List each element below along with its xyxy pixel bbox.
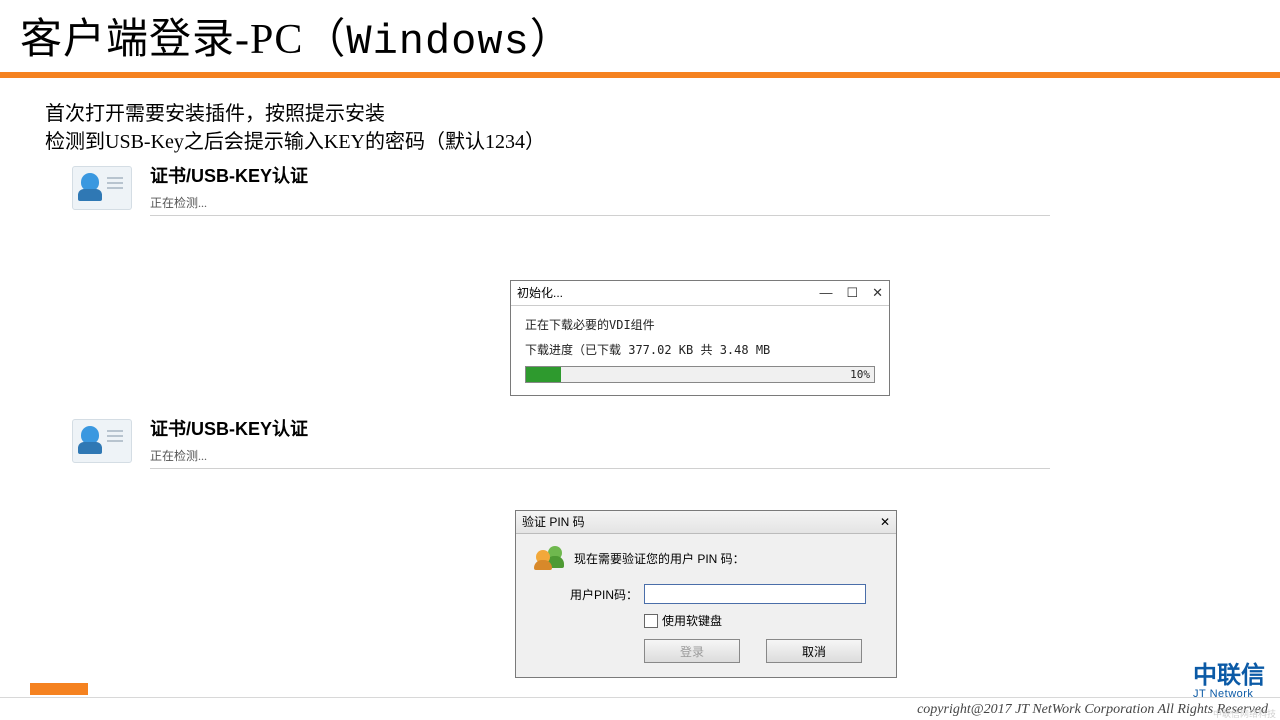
user-card-icon (72, 166, 132, 210)
body-line-1: 首次打开需要安装插件，按照提示安装 (45, 100, 545, 128)
cert-divider (150, 215, 1050, 216)
soft-keyboard-label: 使用软键盘 (662, 612, 722, 629)
company-logo: 中联信 JT Network (1193, 664, 1265, 700)
body-text: 首次打开需要安装插件，按照提示安装 检测到USB-Key之后会提示输入KEY的密… (45, 100, 545, 156)
pin-dialog-message: 现在需要验证您的用户 PIN 码： (574, 550, 745, 567)
minimize-button[interactable]: — (819, 281, 832, 305)
progress-percent: 10% (850, 367, 870, 382)
footer-divider (0, 697, 1280, 698)
watermark: 中联信网络科技 (1213, 707, 1276, 720)
init-dialog-message: 正在下载必要的VDI组件 (525, 316, 875, 333)
maximize-button[interactable]: ☐ (846, 281, 858, 305)
cert-divider (150, 468, 1050, 469)
init-dialog-titlebar[interactable]: 初始化... — ☐ ✕ (511, 281, 889, 306)
pin-dialog-title: 验证 PIN 码 (522, 511, 585, 533)
progress-bar: 10% (525, 366, 875, 383)
title-suffix: ） (530, 17, 573, 63)
cert-title: 证书/USB-KEY认证 (150, 162, 308, 188)
pin-dialog: 验证 PIN 码 ✕ 现在需要验证您的用户 PIN 码： 用户PIN码： 使用软… (515, 510, 897, 678)
logo-cn: 中联信 (1193, 664, 1265, 688)
cert-status: 正在检测... (150, 447, 308, 464)
init-dialog-progress-text: 下载进度（已下载 377.02 KB 共 3.48 MB (525, 341, 875, 358)
soft-keyboard-checkbox[interactable] (644, 614, 658, 628)
logo-en: JT Network (1193, 688, 1265, 700)
login-button[interactable]: 登录 (644, 639, 740, 663)
footer-accent (30, 683, 88, 695)
slide-title: 客户端登录-PC（Windows） (20, 5, 573, 66)
title-platform: Windows (346, 18, 529, 66)
cert-header-2: 证书/USB-KEY认证 正在检测... (62, 415, 1077, 464)
close-button[interactable]: ✕ (872, 281, 883, 305)
cert-status: 正在检测... (150, 194, 308, 211)
title-text-cn: 客户端登录-PC（ (20, 17, 346, 63)
users-icon (536, 546, 564, 570)
cert-title: 证书/USB-KEY认证 (150, 415, 308, 441)
init-dialog-title: 初始化... (517, 281, 563, 305)
cert-header-1: 证书/USB-KEY认证 正在检测... (62, 162, 1077, 211)
cancel-button[interactable]: 取消 (766, 639, 862, 663)
init-dialog: 初始化... — ☐ ✕ 正在下载必要的VDI组件 下载进度（已下载 377.0… (510, 280, 890, 396)
body-line-2: 检测到USB-Key之后会提示输入KEY的密码（默认1234） (45, 128, 545, 156)
user-card-icon (72, 419, 132, 463)
pin-input-label: 用户PIN码： (558, 586, 638, 603)
progress-fill (526, 367, 561, 382)
pin-input[interactable] (644, 584, 866, 604)
title-divider (0, 72, 1280, 78)
close-button[interactable]: ✕ (880, 511, 890, 533)
pin-dialog-titlebar[interactable]: 验证 PIN 码 ✕ (516, 511, 896, 534)
